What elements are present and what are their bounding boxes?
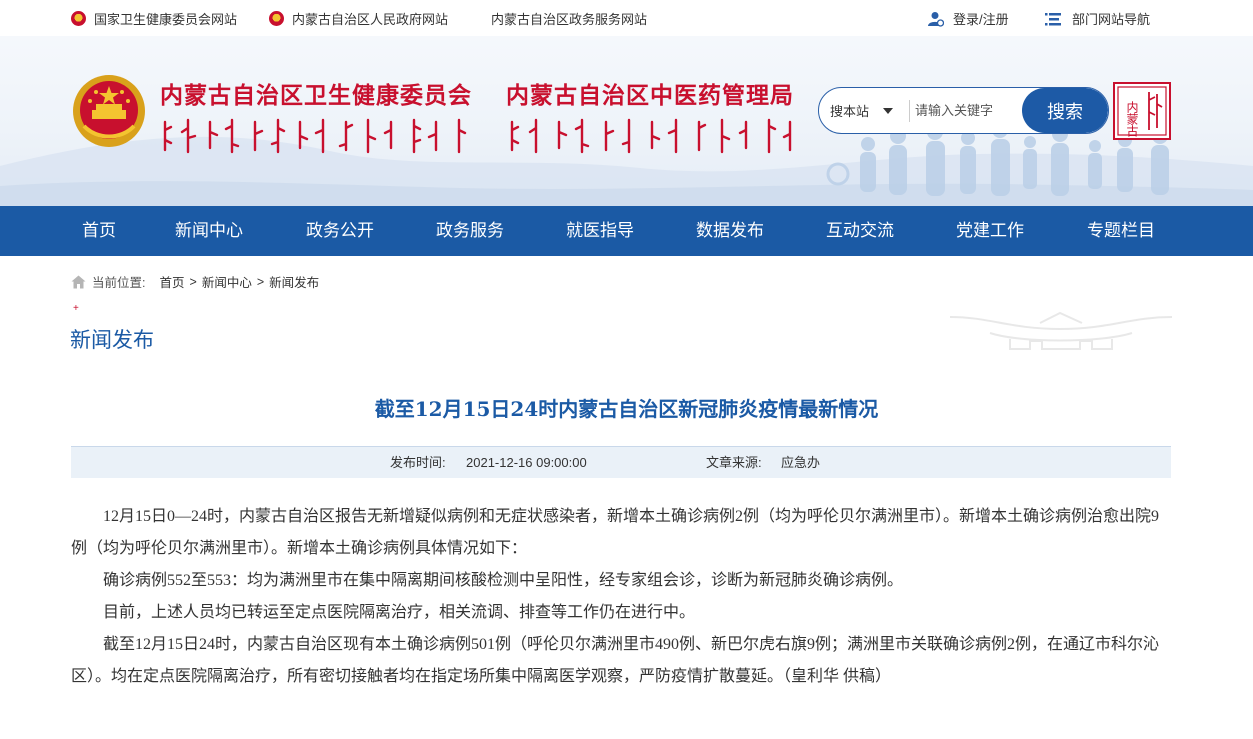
seal-text: 内蒙古 <box>1125 101 1139 137</box>
plus-mark-icon: + <box>73 303 79 314</box>
dept-nav-link[interactable]: 部门网站导航 <box>1045 9 1150 28</box>
inner-mongolia-seal-logo[interactable]: 内蒙古 <box>1113 82 1171 140</box>
search-input[interactable] <box>915 88 1023 133</box>
main-navigation: 首页 新闻中心 政务公开 政务服务 就医指导 数据发布 互动交流 党建工作 专题… <box>0 206 1253 256</box>
nav-party-building[interactable]: 党建工作 <box>956 206 1024 256</box>
section-title: 新闻发布 <box>70 329 154 352</box>
nhc-site-label: 国家卫生健康委员会网站 <box>94 12 238 27</box>
breadcrumb-news-release[interactable]: 新闻发布 <box>269 272 319 291</box>
site-header: 内蒙古自治区卫生健康委员会 内蒙古自治区中医药管理局 搜本站 请输入关键字 搜索… <box>0 36 1253 206</box>
caret-down-icon <box>883 107 894 114</box>
decorative-pattern <box>950 311 1172 350</box>
breadcrumb: 当前位置: 首页 > 新闻中心 > 新闻发布 <box>71 272 319 291</box>
service-site-label: 内蒙古自治区政务服务网站 <box>491 12 648 27</box>
breadcrumb-separator: > <box>256 274 265 289</box>
national-emblem-logo <box>73 75 145 147</box>
home-icon <box>71 275 86 288</box>
article-paragraph: 截至12月15日24时，内蒙古自治区现有本土确诊病例501例（呼伦贝尔满洲里市4… <box>71 636 1160 685</box>
national-emblem-icon <box>71 11 86 26</box>
breadcrumb-home[interactable]: 首页 <box>159 272 184 291</box>
dept-nav-label: 部门网站导航 <box>1072 12 1151 27</box>
search-divider <box>909 100 910 122</box>
source-label: 文章来源: <box>706 455 762 470</box>
site-title-health-commission: 内蒙古自治区卫生健康委员会 <box>160 82 472 108</box>
top-link-bar: 国家卫生健康委员会网站 内蒙古自治区人民政府网站 内蒙古自治区政务服务网站 登录… <box>0 0 1253 36</box>
site-search: 搜本站 搜索 <box>818 87 1109 134</box>
nav-gov-affairs-open[interactable]: 政务公开 <box>306 206 374 256</box>
article-body: 12月15日0—24时，内蒙古自治区报告无新增疑似病例和无症状感染者，新增本土确… <box>71 501 1171 693</box>
nav-special-topics[interactable]: 专题栏目 <box>1087 206 1155 256</box>
user-icon <box>928 11 944 27</box>
breadcrumb-separator: > <box>189 274 197 289</box>
nav-interaction[interactable]: 互动交流 <box>826 206 894 256</box>
breadcrumb-label: 当前位置: <box>92 276 146 290</box>
breadcrumb-news-center[interactable]: 新闻中心 <box>202 272 252 291</box>
publish-time-label: 发布时间: <box>390 455 446 470</box>
article-meta-bar: 发布时间: 2021-12-16 09:00:00 文章来源: 应急办 <box>71 446 1171 478</box>
article-paragraph: 目前，上述人员均已转运至定点医院隔离治疗，相关流调、排查等工作仍在进行中。 <box>103 604 696 621</box>
nav-data-release[interactable]: 数据发布 <box>696 206 764 256</box>
nav-news-center[interactable]: 新闻中心 <box>175 206 243 256</box>
nav-gov-services[interactable]: 政务服务 <box>436 206 504 256</box>
gov-site-label: 内蒙古自治区人民政府网站 <box>292 12 449 27</box>
mongolian-script-title-1 <box>163 118 467 154</box>
search-scope-label: 搜本站 <box>830 104 870 119</box>
article-paragraph: 12月15日0—24时，内蒙古自治区报告无新增疑似病例和无症状感染者，新增本土确… <box>71 508 1160 557</box>
national-emblem-icon <box>269 11 284 26</box>
source-value: 应急办 <box>781 455 821 470</box>
search-button[interactable]: 搜索 <box>1022 88 1108 133</box>
site-title-tcm-bureau: 内蒙古自治区中医药管理局 <box>506 82 794 108</box>
publish-time-value: 2021-12-16 09:00:00 <box>466 455 587 470</box>
article-title: 截至12月15日24时内蒙古自治区新冠肺炎疫情最新情况 <box>374 397 879 421</box>
nav-home[interactable]: 首页 <box>82 206 116 256</box>
article-paragraph: 确诊病例552至553：均为满洲里市在集中隔离期间核酸检测中呈阳性，经专家组会诊… <box>103 572 904 589</box>
nav-medical-guide[interactable]: 就医指导 <box>566 206 634 256</box>
login-link[interactable]: 登录/注册 <box>928 9 1009 28</box>
service-site-link[interactable]: 内蒙古自治区政务服务网站 <box>491 9 647 28</box>
mongolian-script-title-2 <box>510 118 792 154</box>
search-scope-dropdown[interactable]: 搜本站 <box>819 88 909 133</box>
nhc-site-link[interactable]: 国家卫生健康委员会网站 <box>71 9 237 28</box>
gov-site-link[interactable]: 内蒙古自治区人民政府网站 <box>269 9 448 28</box>
login-label: 登录/注册 <box>953 12 1009 27</box>
menu-list-icon <box>1045 12 1061 25</box>
